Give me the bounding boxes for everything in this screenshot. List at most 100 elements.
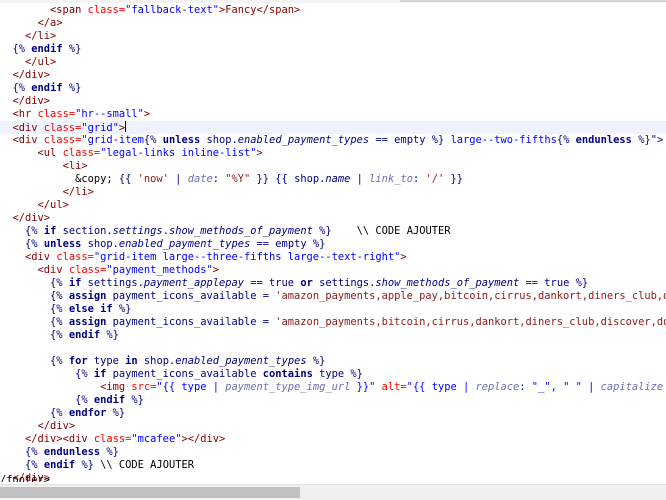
code-token: for (68, 355, 88, 367)
code-line[interactable]: {% endif %} (0, 43, 666, 56)
tab-edge (400, 0, 666, 2)
code-token: \\ CODE AJOUTER (93, 459, 194, 471)
code-token: shop. (137, 355, 176, 367)
code-token: {% (12, 43, 32, 55)
code-token: : (412, 173, 426, 185)
code-line[interactable]: {% unless shop.enabled_payment_types == … (0, 238, 666, 251)
code-line[interactable]: <div class="payment_methods"> (0, 264, 666, 277)
code-line[interactable]: <ul class="legal-links inline-list"> (0, 147, 666, 160)
code-line[interactable]: <span class="fallback-text">Fancy</span> (0, 4, 666, 17)
code-token: {% (50, 355, 69, 367)
code-line[interactable]: </li> (0, 186, 666, 199)
code-line[interactable]: /footer> (0, 474, 666, 482)
code-token: </ul> (37, 199, 69, 211)
code-token: /footer> (0, 474, 51, 482)
code-line[interactable]: {% endif %} \\ CODE AJOUTER (0, 459, 666, 472)
code-token: </div> (37, 420, 76, 432)
code-line[interactable]: </div><div class="mcafee"></div> (0, 433, 666, 446)
code-token: shop. (81, 238, 119, 250)
code-token: '/' (425, 173, 445, 185)
code-line[interactable]: {% if settings.payment_applepay == true … (0, 277, 666, 290)
code-token: class= (37, 108, 76, 120)
code-token: settings (112, 225, 163, 237)
code-token: {% (75, 368, 94, 380)
code-token: "grid-item large--three-fifths large--te… (93, 251, 401, 263)
code-line[interactable]: <img src="{{ type | payment_type_img_url… (0, 381, 666, 394)
code-line[interactable]: </ul> (0, 199, 666, 212)
code-token: <li> (62, 160, 88, 172)
code-line[interactable]: {% else if %} (0, 303, 666, 316)
code-token: name (325, 173, 351, 185)
code-token: \\ CODE AJOUTER (331, 225, 451, 237)
code-token: <hr (12, 108, 38, 120)
code-line[interactable]: {% endif %} (0, 82, 666, 95)
code-line[interactable]: </div> (0, 420, 666, 433)
code-line[interactable]: {% endif %} (0, 394, 666, 407)
code-line[interactable]: {% endfor %} (0, 407, 666, 420)
code-line[interactable]: </div> (0, 212, 666, 225)
code-token: <div (12, 134, 44, 146)
code-line[interactable]: {% endunless %} (0, 446, 666, 459)
code-token: endif (68, 329, 101, 341)
code-line[interactable]: </li> (0, 30, 666, 43)
code-line[interactable]: {% assign payment_icons_available = 'ama… (0, 290, 666, 303)
code-token: else if (68, 303, 113, 315)
code-token: assign (68, 316, 107, 328)
code-token: {% (50, 329, 69, 341)
code-token: %}"> (631, 134, 664, 146)
code-token: <div (12, 122, 44, 134)
code-line[interactable]: {% endif %} (0, 329, 666, 342)
code-token: %} (125, 394, 144, 406)
code-line[interactable]: {% assign payment_icons_available = 'ama… (0, 316, 666, 329)
code-token: class= (87, 4, 126, 16)
code-line[interactable]: </a> (0, 17, 666, 30)
code-token: contains (262, 368, 313, 380)
code-token: %} (62, 82, 82, 94)
code-token: }}" (350, 381, 376, 393)
code-line[interactable]: <div class="grid"> (0, 121, 666, 134)
code-line[interactable]: {% if section.settings.show_methods_of_p… (0, 225, 666, 238)
code-token: <span (50, 4, 88, 16)
code-line[interactable]: </div> (0, 69, 666, 82)
code-token: > (212, 264, 219, 276)
code-line[interactable]: &copy; {{ 'now' | date: "%Y" }} {{ shop.… (0, 173, 666, 186)
code-token: type %} (312, 368, 363, 380)
code-token: "grid" (81, 122, 119, 134)
code-token: > (256, 147, 263, 159)
code-token: large--two-fifths (444, 134, 557, 146)
code-line[interactable]: </ul> (0, 56, 666, 69)
code-token: == empty %} (369, 134, 445, 146)
code-line[interactable] (0, 342, 666, 355)
code-line[interactable]: {% for type in shop.enabled_payment_type… (0, 355, 666, 368)
code-token: or (300, 277, 313, 289)
code-line[interactable]: </div> (0, 95, 666, 108)
code-token: enabled_payment_types (118, 238, 251, 250)
code-token: payment_type_img_url (225, 381, 351, 393)
code-token: unless (43, 238, 82, 250)
code-line[interactable]: <li> (0, 160, 666, 173)
code-line[interactable]: <hr class="hr--small"> (0, 108, 666, 121)
code-token: {% (75, 394, 94, 406)
horizontal-scrollbar[interactable] (0, 484, 666, 500)
code-token: }} {{ shop. (250, 173, 326, 185)
code-editor[interactable]: <span class="fallback-text">Fancy</span>… (0, 4, 666, 482)
code-line[interactable]: <div class="grid-item large--three-fifth… (0, 251, 666, 264)
scrollbar-thumb[interactable] (0, 487, 300, 498)
code-line[interactable]: <div class="grid-item{% unless shop.enab… (0, 134, 666, 147)
code-line[interactable]: {% if payment_icons_available contains t… (0, 368, 666, 381)
code-token: %} (62, 43, 82, 55)
